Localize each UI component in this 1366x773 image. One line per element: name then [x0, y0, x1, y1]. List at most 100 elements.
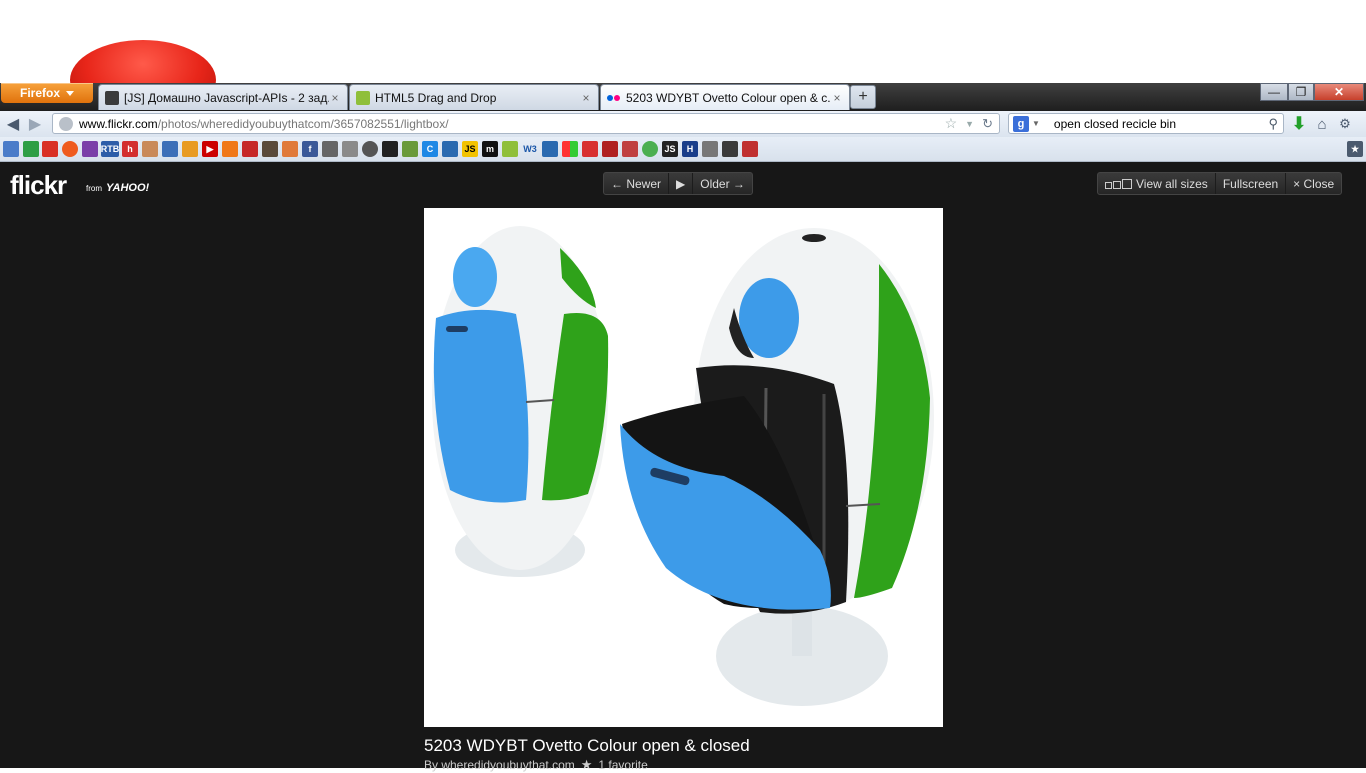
- google-search-engine-icon[interactable]: g: [1013, 115, 1029, 132]
- tab-flickr-ovetto[interactable]: 5203 WDYBT Ovetto Colour open & c... ×: [600, 84, 850, 110]
- download-arrow-icon[interactable]: ⬇: [1290, 114, 1308, 133]
- firefox-menu-label: Firefox: [19, 86, 60, 100]
- forward-arrow-icon[interactable]: ▶: [25, 115, 45, 133]
- photo-author-link[interactable]: By wheredidyoubuythat.com: [424, 758, 575, 772]
- site-identity-icon[interactable]: [59, 116, 73, 131]
- bookmark-w3-icon[interactable]: W3: [522, 141, 538, 157]
- tools-gear-icon[interactable]: ⚙: [1336, 115, 1354, 133]
- bookmark-icon[interactable]: [622, 141, 638, 157]
- bookmark-c-icon[interactable]: C: [422, 141, 438, 157]
- maximize-button[interactable]: ❐: [1288, 83, 1314, 101]
- tab-label: [JS] Домашно Javascript-APIs - 2 зад...: [124, 90, 329, 105]
- bookmark-icon[interactable]: [3, 141, 19, 157]
- bookmark-icon[interactable]: [742, 141, 758, 157]
- bookmark-m-icon[interactable]: m: [482, 141, 498, 157]
- new-tab-button[interactable]: +: [850, 85, 876, 109]
- tab-close-icon[interactable]: ×: [580, 91, 592, 105]
- flickr-logo[interactable]: flickr: [10, 170, 67, 201]
- older-button[interactable]: Older →: [693, 173, 752, 194]
- bookmarks-menu-star-icon[interactable]: ★: [1347, 141, 1363, 157]
- bookmark-icon[interactable]: [602, 141, 618, 157]
- bookmark-icon[interactable]: [362, 141, 378, 157]
- photo-meta: By wheredidyoubuythat.com ★ 1 favorite: [424, 757, 648, 773]
- view-all-sizes-button[interactable]: View all sizes: [1098, 173, 1216, 194]
- bookmark-icon[interactable]: [142, 141, 158, 157]
- fullscreen-button[interactable]: Fullscreen: [1216, 173, 1287, 194]
- home-icon[interactable]: ⌂: [1313, 115, 1331, 133]
- w3-icon: [356, 90, 370, 105]
- history-dropdown-icon[interactable]: ▼: [965, 119, 974, 129]
- bookmark-icon[interactable]: [442, 141, 458, 157]
- bookmark-star-icon[interactable]: ☆: [945, 115, 958, 132]
- bookmark-rtb-icon[interactable]: RTB: [101, 141, 119, 157]
- view-all-sizes-label: View all sizes: [1136, 176, 1208, 191]
- graduation-cap-icon: [105, 90, 119, 105]
- favorite-star-icon[interactable]: ★: [581, 757, 593, 773]
- bookmark-icon[interactable]: [562, 141, 578, 157]
- bookmark-icon[interactable]: [702, 141, 718, 157]
- bookmark-icon[interactable]: [82, 141, 98, 157]
- flickr-dots-icon: [607, 91, 621, 105]
- sizes-icon: [1105, 178, 1132, 189]
- url-text: www.flickr.com/photos/wheredidyoubuythat…: [79, 117, 449, 131]
- photo-image[interactable]: [424, 208, 943, 727]
- bookmark-icon[interactable]: [502, 141, 518, 157]
- dropdown-caret-icon: [66, 90, 74, 96]
- bookmark-icon[interactable]: [382, 141, 398, 157]
- bookmark-icon[interactable]: [262, 141, 278, 157]
- tab-close-icon[interactable]: ×: [831, 91, 843, 105]
- magnifier-icon[interactable]: ⚲: [1268, 116, 1278, 132]
- flickr-lightbox: flickr from YAHOO! ← Newer ▶ Older → Vie…: [0, 162, 1366, 772]
- bookmark-icon[interactable]: [282, 141, 298, 157]
- youtube-icon[interactable]: ▶: [202, 141, 218, 157]
- back-arrow-icon[interactable]: ◀: [3, 115, 23, 133]
- recycle-bin-illustration: [432, 226, 934, 706]
- bookmark-icon[interactable]: [222, 141, 238, 157]
- bookmark-icon[interactable]: [582, 141, 598, 157]
- flickr-from-label: from: [86, 184, 102, 193]
- bookmark-icon[interactable]: [402, 141, 418, 157]
- search-input[interactable]: [1053, 116, 1264, 131]
- bookmark-icon[interactable]: [542, 141, 558, 157]
- bookmark-icon[interactable]: [62, 141, 78, 157]
- yahoo-logo: YAHOO!: [106, 182, 150, 194]
- tab-html5-drag-drop[interactable]: HTML5 Drag and Drop ×: [349, 84, 599, 110]
- slideshow-play-button[interactable]: ▶: [669, 173, 694, 194]
- bookmark-icon[interactable]: [322, 141, 338, 157]
- window-close-button[interactable]: ✕: [1314, 83, 1364, 101]
- favorites-count[interactable]: 1 favorite: [598, 758, 647, 772]
- bookmark-h-icon[interactable]: h: [122, 141, 138, 157]
- bookmarks-toolbar: RTB h ▶ f C JS m W3 JS H ★: [0, 137, 1366, 162]
- gmail-icon[interactable]: [42, 141, 58, 157]
- newer-button[interactable]: ← Newer: [604, 173, 670, 194]
- bookmark-icon[interactable]: [722, 141, 738, 157]
- tab-label: 5203 WDYBT Ovetto Colour open & c...: [626, 90, 831, 105]
- facebook-icon[interactable]: f: [302, 141, 318, 157]
- bookmark-icon[interactable]: [182, 141, 198, 157]
- firefox-menu-button[interactable]: Firefox: [1, 83, 93, 103]
- bookmark-h-blue-icon[interactable]: H: [682, 141, 698, 157]
- bookmark-icon[interactable]: [342, 141, 358, 157]
- navigation-toolbar: ◀ ▶ www.flickr.com/photos/wheredidyoubuy…: [0, 111, 1366, 137]
- url-path: /photos/wheredidyoubuythatcom/3657082551…: [157, 116, 449, 131]
- bookmark-icon[interactable]: [23, 141, 39, 157]
- close-lightbox-button[interactable]: × Close: [1286, 173, 1341, 194]
- search-box[interactable]: g ▼ ⚲: [1008, 113, 1284, 134]
- url-domain: www.flickr.com: [79, 116, 158, 131]
- engine-dropdown-icon[interactable]: ▼: [1032, 119, 1040, 128]
- address-bar[interactable]: www.flickr.com/photos/wheredidyoubuythat…: [52, 113, 1000, 134]
- tab-label: HTML5 Drag and Drop: [375, 90, 497, 105]
- reload-icon[interactable]: ↻: [982, 116, 993, 132]
- tab-strip: Firefox [JS] Домашно Javascript-APIs - 2…: [0, 83, 1366, 111]
- minimize-button[interactable]: —: [1260, 83, 1288, 101]
- photo-navigation: ← Newer ▶ Older →: [603, 172, 753, 195]
- bookmark-icon[interactable]: [162, 141, 178, 157]
- bookmark-js-dark-icon[interactable]: JS: [662, 141, 678, 157]
- tab-close-icon[interactable]: ×: [329, 91, 341, 105]
- bookmark-icon[interactable]: [242, 141, 258, 157]
- bookmark-js-icon[interactable]: JS: [462, 141, 478, 157]
- lightbox-actions: View all sizes Fullscreen × Close: [1097, 172, 1343, 195]
- bookmark-icon[interactable]: [642, 141, 658, 157]
- photo-title: 5203 WDYBT Ovetto Colour open & closed: [424, 736, 750, 755]
- tab-js-homework[interactable]: [JS] Домашно Javascript-APIs - 2 зад... …: [98, 84, 348, 110]
